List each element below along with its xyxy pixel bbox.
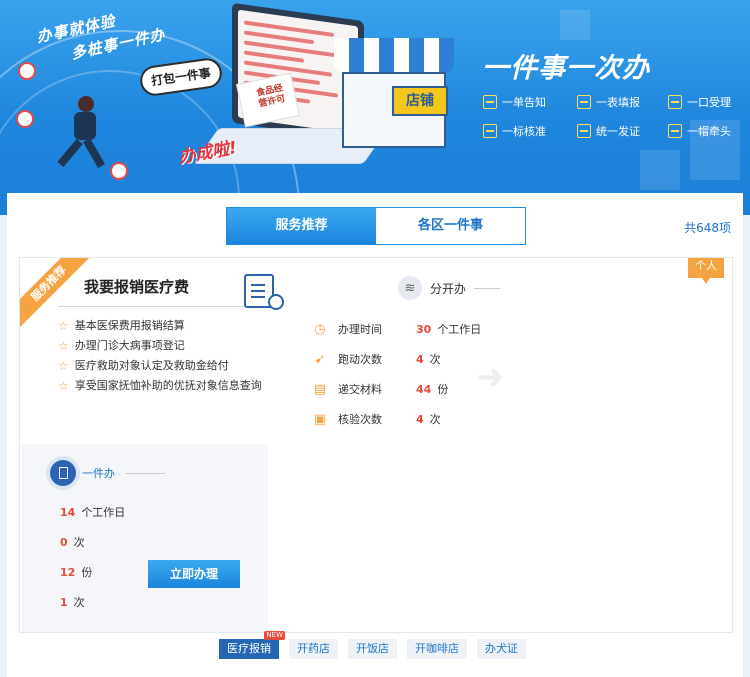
new-badge: NEW [264, 631, 285, 640]
list-item[interactable]: ☆ 医疗救助对象认定及救助金给付 [58, 356, 262, 376]
separate-stats: ◷ 办理时间 30 个工作日 ➹ 跑动次数 4 次 ▤ 递交材料 44 份 ▣ … [312, 314, 481, 434]
arrow-right-icon: ➜ [476, 357, 505, 397]
category-cafe[interactable]: 开咖啡店 [407, 639, 467, 659]
star-icon: ☆ [58, 339, 69, 353]
category-medical-reimbursement[interactable]: 医疗报销 NEW [219, 631, 285, 659]
one-stop-stats: 14 个工作日 0次 12 份 1次 [60, 498, 125, 618]
hero-title: 一件事一次办 [482, 53, 650, 84]
category-tags: 医疗报销 NEW 开药店 开饭店 开咖啡店 办犬证 [219, 631, 526, 659]
list-item[interactable]: ☆ 基本医保费用报销结算 [58, 316, 262, 336]
one-stop-label: 一件办 [82, 467, 115, 480]
decorative-cube [560, 10, 590, 40]
service-title[interactable]: 我要报销医疗费 [84, 276, 189, 297]
tab-bar: 服务推荐 各区一件事 [226, 207, 526, 245]
personal-tag: 个人 [688, 258, 724, 284]
clock-icon: ◷ [314, 321, 326, 337]
list-item[interactable]: ☆ 办理门诊大病事项登记 [58, 336, 262, 356]
feature-item: 统一发证 [577, 123, 640, 139]
one-stat-row: 1次 [60, 596, 85, 609]
counter-icon [668, 95, 682, 109]
shop-illustration: 店铺 [334, 38, 454, 148]
service-item-list: ☆ 基本医保费用报销结算 ☆ 办理门诊大病事项登记 ☆ 医疗救助对象认定及救助金给付 … [58, 316, 262, 396]
running-icon: ➹ [314, 351, 326, 367]
verify-icon: ▣ [313, 411, 327, 427]
stat-row: ◷ 办理时间 30 个工作日 [312, 314, 481, 344]
feature-item: 一单告知 [483, 94, 546, 110]
coin-icon [268, 294, 284, 310]
stat-row: ➹ 跑动次数 4 次 [312, 344, 481, 374]
star-icon: ☆ [58, 359, 69, 373]
one-stat-row: 0次 [60, 536, 85, 549]
tab-district[interactable]: 各区一件事 [376, 208, 525, 244]
layers-icon: ≋ [398, 276, 422, 300]
list-item[interactable]: ☆ 享受国家抚恤补助的优抚对象信息查询 [58, 376, 262, 396]
shop-sign: 店铺 [392, 86, 448, 116]
divider [125, 472, 165, 474]
running-person-illustration [56, 96, 116, 176]
approve-icon [483, 124, 497, 138]
service-card: 服务推荐 各区一件事 共648项 服务推荐 个人 我要报销医疗费 ☆ 基本医保费用… [7, 193, 743, 677]
apply-now-button[interactable]: 立即办理 [148, 560, 240, 588]
service-panel: 服务推荐 个人 我要报销医疗费 ☆ 基本医保费用报销结算 ☆ 办理门诊大病事项登记 … [19, 257, 733, 633]
lead-icon [668, 124, 682, 138]
one-stop-header: 一件办 [50, 460, 165, 486]
tab-recommended[interactable]: 服务推荐 [227, 208, 376, 244]
stat-row: ▤ 递交材料 44 份 [313, 381, 449, 397]
feature-item: 一表填报 [577, 94, 640, 110]
notice-icon [483, 95, 497, 109]
form-icon [577, 95, 591, 109]
category-dog-license[interactable]: 办犬证 [477, 639, 526, 659]
location-pin-icon [18, 62, 36, 80]
document-icon: ▤ [313, 381, 327, 397]
feature-item: 一标核准 [483, 123, 546, 139]
location-pin-icon [16, 110, 34, 128]
category-pharmacy[interactable]: 开药店 [289, 639, 338, 659]
star-icon: ☆ [58, 379, 69, 393]
title-divider [58, 306, 254, 307]
feature-item: 一口受理 [668, 94, 731, 110]
category-restaurant[interactable]: 开饭店 [348, 639, 397, 659]
decorative-cube [640, 150, 680, 190]
divider [474, 287, 501, 289]
star-icon: ☆ [58, 319, 69, 333]
file-icon [50, 460, 76, 486]
total-count: 共648项 [684, 221, 731, 235]
separate-header: ≋ 分开办 [398, 276, 501, 300]
one-stat-row: 12 份 [60, 566, 93, 579]
one-stop-box: 一件办 14 个工作日 0次 12 份 1次 立即办理 [22, 444, 268, 632]
stat-row: ▣ 核验次数 4 次 [313, 411, 441, 427]
separate-label: 分开办 [430, 281, 467, 296]
feature-item: 一帽牵头 [668, 123, 731, 139]
hero-banner: 办事就体验 多桩事一件办 打包一件事 食品经营许可 办成啦! 店铺 一件事一次办… [0, 0, 750, 215]
certificate-icon [577, 124, 591, 138]
one-stat-row: 14 个工作日 [60, 506, 126, 519]
